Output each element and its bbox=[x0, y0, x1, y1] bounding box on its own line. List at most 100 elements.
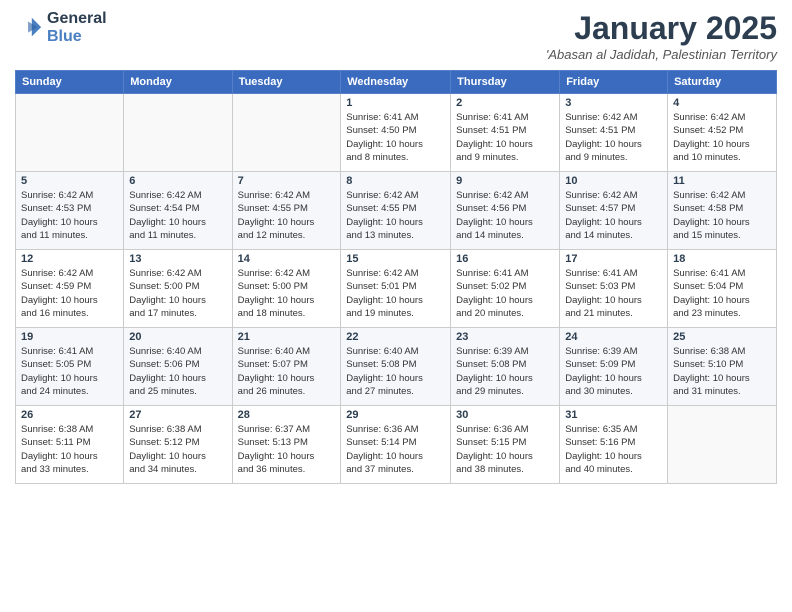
calendar-cell: 26 Sunrise: 6:38 AM Sunset: 5:11 PM Dayli… bbox=[16, 406, 124, 484]
calendar-cell: 5 Sunrise: 6:42 AM Sunset: 4:53 PM Daylig… bbox=[16, 172, 124, 250]
day-number: 19 bbox=[21, 331, 118, 343]
day-info: Sunrise: 6:38 AM Sunset: 5:11 PM Dayligh… bbox=[21, 423, 118, 476]
calendar-cell: 21 Sunrise: 6:40 AM Sunset: 5:07 PM Dayli… bbox=[232, 328, 341, 406]
day-info: Sunrise: 6:39 AM Sunset: 5:08 PM Dayligh… bbox=[456, 345, 554, 398]
day-number: 2 bbox=[456, 97, 554, 109]
day-number: 30 bbox=[456, 409, 554, 421]
location: 'Abasan al Jadidah, Palestinian Territor… bbox=[546, 47, 777, 62]
day-info: Sunrise: 6:40 AM Sunset: 5:07 PM Dayligh… bbox=[238, 345, 336, 398]
day-info: Sunrise: 6:41 AM Sunset: 4:51 PM Dayligh… bbox=[456, 111, 554, 164]
calendar-cell: 20 Sunrise: 6:40 AM Sunset: 5:06 PM Dayli… bbox=[124, 328, 232, 406]
day-number: 25 bbox=[673, 331, 771, 343]
calendar-cell: 10 Sunrise: 6:42 AM Sunset: 4:57 PM Dayli… bbox=[560, 172, 668, 250]
day-info: Sunrise: 6:37 AM Sunset: 5:13 PM Dayligh… bbox=[238, 423, 336, 476]
calendar-header-row: Sunday Monday Tuesday Wednesday Thursday… bbox=[16, 71, 777, 94]
day-info: Sunrise: 6:40 AM Sunset: 5:06 PM Dayligh… bbox=[129, 345, 226, 398]
calendar-cell: 24 Sunrise: 6:39 AM Sunset: 5:09 PM Dayli… bbox=[560, 328, 668, 406]
day-info: Sunrise: 6:42 AM Sunset: 4:52 PM Dayligh… bbox=[673, 111, 771, 164]
logo: General Blue bbox=[15, 10, 107, 46]
month-title: January 2025 bbox=[546, 10, 777, 47]
calendar-cell: 14Sunrise: 6:42 AM Sunset: 5:00 PM Dayli… bbox=[232, 250, 341, 328]
day-info: Sunrise: 6:42 AM Sunset: 4:55 PM Dayligh… bbox=[238, 189, 336, 242]
calendar-cell: 4 Sunrise: 6:42 AM Sunset: 4:52 PM Daylig… bbox=[668, 94, 777, 172]
calendar-cell: 13 Sunrise: 6:42 AM Sunset: 5:00 PM Dayli… bbox=[124, 250, 232, 328]
day-info: Sunrise: 6:42 AM Sunset: 5:00 PM Dayligh… bbox=[129, 267, 226, 320]
calendar-cell: 28Sunrise: 6:37 AM Sunset: 5:13 PM Dayli… bbox=[232, 406, 341, 484]
calendar-cell: 9 Sunrise: 6:42 AM Sunset: 4:56 PM Daylig… bbox=[451, 172, 560, 250]
calendar-cell bbox=[232, 94, 341, 172]
calendar-cell: 16 Sunrise: 6:41 AM Sunset: 5:02 PM Dayli… bbox=[451, 250, 560, 328]
col-wednesday: Wednesday bbox=[341, 71, 451, 94]
col-sunday: Sunday bbox=[16, 71, 124, 94]
day-info: Sunrise: 6:42 AM Sunset: 4:56 PM Dayligh… bbox=[456, 189, 554, 242]
day-number: 21 bbox=[238, 331, 336, 343]
header: General Blue January 2025 'Abasan al Jad… bbox=[15, 10, 777, 62]
calendar-cell: 31 Sunrise: 6:35 AM Sunset: 5:16 PM Dayli… bbox=[560, 406, 668, 484]
day-info: Sunrise: 6:42 AM Sunset: 4:51 PM Dayligh… bbox=[565, 111, 662, 164]
calendar-cell bbox=[124, 94, 232, 172]
calendar: Sunday Monday Tuesday Wednesday Thursday… bbox=[15, 70, 777, 484]
calendar-cell: 19Sunrise: 6:41 AM Sunset: 5:05 PM Dayli… bbox=[16, 328, 124, 406]
calendar-week-5: 26 Sunrise: 6:38 AM Sunset: 5:11 PM Dayli… bbox=[16, 406, 777, 484]
calendar-cell bbox=[668, 406, 777, 484]
day-number: 13 bbox=[129, 253, 226, 265]
day-number: 22 bbox=[346, 331, 445, 343]
calendar-cell: 15Sunrise: 6:42 AM Sunset: 5:01 PM Dayli… bbox=[341, 250, 451, 328]
calendar-cell: 11 Sunrise: 6:42 AM Sunset: 4:58 PM Dayli… bbox=[668, 172, 777, 250]
calendar-week-2: 5 Sunrise: 6:42 AM Sunset: 4:53 PM Daylig… bbox=[16, 172, 777, 250]
col-thursday: Thursday bbox=[451, 71, 560, 94]
col-tuesday: Tuesday bbox=[232, 71, 341, 94]
calendar-cell: 3 Sunrise: 6:42 AM Sunset: 4:51 PM Daylig… bbox=[560, 94, 668, 172]
calendar-cell: 8 Sunrise: 6:42 AM Sunset: 4:55 PM Daylig… bbox=[341, 172, 451, 250]
day-info: Sunrise: 6:38 AM Sunset: 5:10 PM Dayligh… bbox=[673, 345, 771, 398]
calendar-cell: 2 Sunrise: 6:41 AM Sunset: 4:51 PM Daylig… bbox=[451, 94, 560, 172]
day-info: Sunrise: 6:42 AM Sunset: 4:55 PM Dayligh… bbox=[346, 189, 445, 242]
calendar-cell: 23Sunrise: 6:39 AM Sunset: 5:08 PM Dayli… bbox=[451, 328, 560, 406]
calendar-cell: 27 Sunrise: 6:38 AM Sunset: 5:12 PM Dayli… bbox=[124, 406, 232, 484]
calendar-cell: 6Sunrise: 6:42 AM Sunset: 4:54 PM Daylig… bbox=[124, 172, 232, 250]
day-number: 4 bbox=[673, 97, 771, 109]
day-number: 18 bbox=[673, 253, 771, 265]
calendar-cell: 30 Sunrise: 6:36 AM Sunset: 5:15 PM Dayli… bbox=[451, 406, 560, 484]
day-number: 6 bbox=[129, 175, 226, 187]
day-info: Sunrise: 6:41 AM Sunset: 4:50 PM Dayligh… bbox=[346, 111, 445, 164]
calendar-week-1: 1 Sunrise: 6:41 AM Sunset: 4:50 PM Daylig… bbox=[16, 94, 777, 172]
day-info: Sunrise: 6:40 AM Sunset: 5:08 PM Dayligh… bbox=[346, 345, 445, 398]
day-info: Sunrise: 6:42 AM Sunset: 4:53 PM Dayligh… bbox=[21, 189, 118, 242]
day-number: 5 bbox=[21, 175, 118, 187]
day-number: 3 bbox=[565, 97, 662, 109]
day-info: Sunrise: 6:35 AM Sunset: 5:16 PM Dayligh… bbox=[565, 423, 662, 476]
day-number: 20 bbox=[129, 331, 226, 343]
day-number: 31 bbox=[565, 409, 662, 421]
day-number: 1 bbox=[346, 97, 445, 109]
day-number: 26 bbox=[21, 409, 118, 421]
calendar-cell: 22 Sunrise: 6:40 AM Sunset: 5:08 PM Dayli… bbox=[341, 328, 451, 406]
day-number: 9 bbox=[456, 175, 554, 187]
calendar-week-3: 12Sunrise: 6:42 AM Sunset: 4:59 PM Dayli… bbox=[16, 250, 777, 328]
calendar-cell: 1 Sunrise: 6:41 AM Sunset: 4:50 PM Daylig… bbox=[341, 94, 451, 172]
day-number: 16 bbox=[456, 253, 554, 265]
calendar-cell: 7Sunrise: 6:42 AM Sunset: 4:55 PM Daylig… bbox=[232, 172, 341, 250]
day-info: Sunrise: 6:41 AM Sunset: 5:04 PM Dayligh… bbox=[673, 267, 771, 320]
day-info: Sunrise: 6:42 AM Sunset: 4:58 PM Dayligh… bbox=[673, 189, 771, 242]
day-number: 10 bbox=[565, 175, 662, 187]
day-info: Sunrise: 6:42 AM Sunset: 5:00 PM Dayligh… bbox=[238, 267, 336, 320]
day-info: Sunrise: 6:36 AM Sunset: 5:15 PM Dayligh… bbox=[456, 423, 554, 476]
day-info: Sunrise: 6:41 AM Sunset: 5:02 PM Dayligh… bbox=[456, 267, 554, 320]
calendar-cell: 17Sunrise: 6:41 AM Sunset: 5:03 PM Dayli… bbox=[560, 250, 668, 328]
day-info: Sunrise: 6:42 AM Sunset: 4:57 PM Dayligh… bbox=[565, 189, 662, 242]
day-number: 8 bbox=[346, 175, 445, 187]
logo-icon bbox=[15, 14, 43, 42]
day-info: Sunrise: 6:38 AM Sunset: 5:12 PM Dayligh… bbox=[129, 423, 226, 476]
col-friday: Friday bbox=[560, 71, 668, 94]
day-info: Sunrise: 6:39 AM Sunset: 5:09 PM Dayligh… bbox=[565, 345, 662, 398]
calendar-cell: 25 Sunrise: 6:38 AM Sunset: 5:10 PM Dayli… bbox=[668, 328, 777, 406]
day-info: Sunrise: 6:42 AM Sunset: 5:01 PM Dayligh… bbox=[346, 267, 445, 320]
day-number: 11 bbox=[673, 175, 771, 187]
day-info: Sunrise: 6:41 AM Sunset: 5:03 PM Dayligh… bbox=[565, 267, 662, 320]
logo-text: General Blue bbox=[47, 10, 107, 46]
day-number: 12 bbox=[21, 253, 118, 265]
day-number: 24 bbox=[565, 331, 662, 343]
day-number: 27 bbox=[129, 409, 226, 421]
calendar-cell: 18 Sunrise: 6:41 AM Sunset: 5:04 PM Dayli… bbox=[668, 250, 777, 328]
